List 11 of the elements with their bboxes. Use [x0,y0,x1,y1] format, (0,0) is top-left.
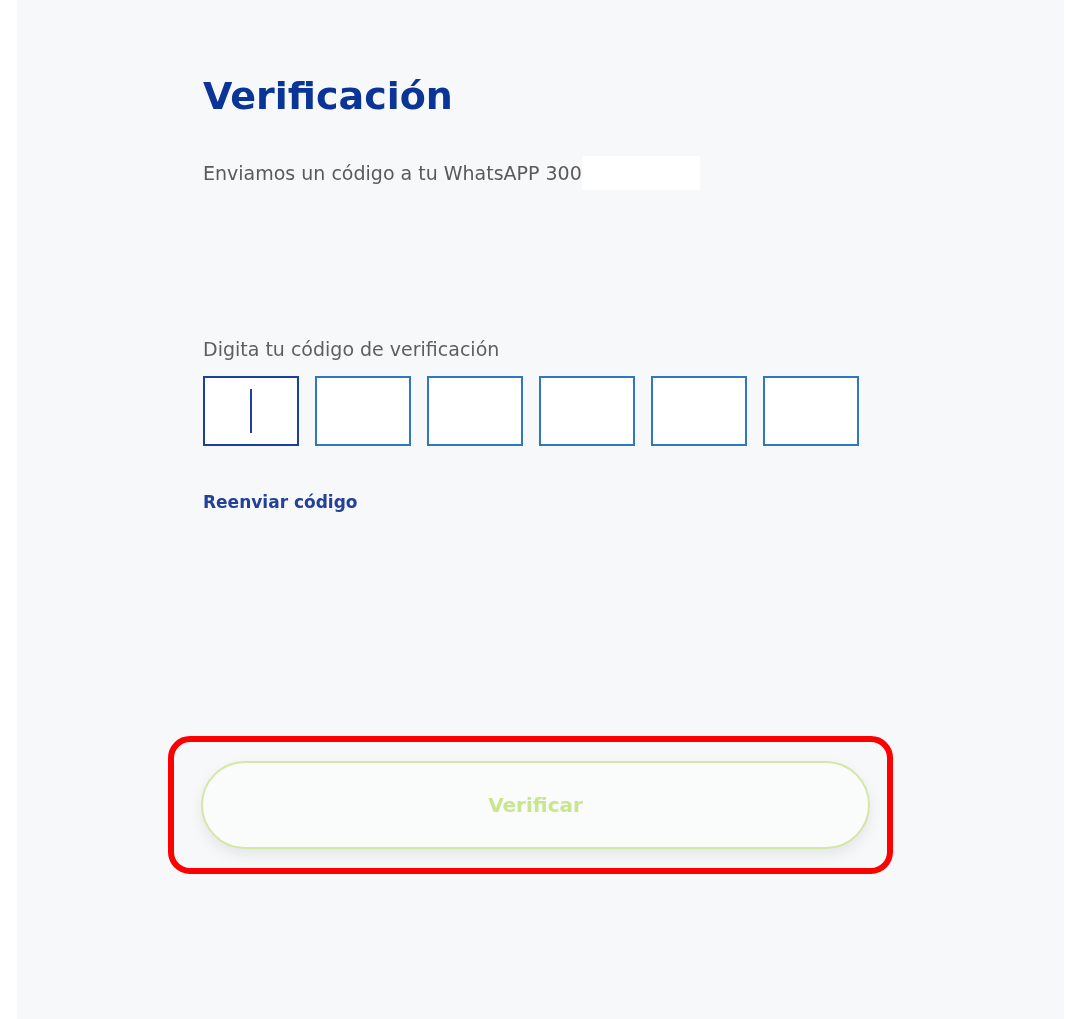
text-cursor [250,389,252,433]
code-label: Digita tu código de verificación [203,338,501,360]
page-title: Verificación [203,73,454,120]
resend-code-link[interactable]: Reenviar código [203,492,358,512]
code-digit-field[interactable] [763,376,859,446]
sent-code-message: Enviamos un código a tu WhatsAPP 300 [203,162,582,184]
code-digit-field[interactable] [315,376,411,446]
code-digit-field[interactable] [651,376,747,446]
code-digit-field[interactable] [427,376,523,446]
code-digit-field[interactable] [203,376,299,446]
code-digit-field[interactable] [539,376,635,446]
